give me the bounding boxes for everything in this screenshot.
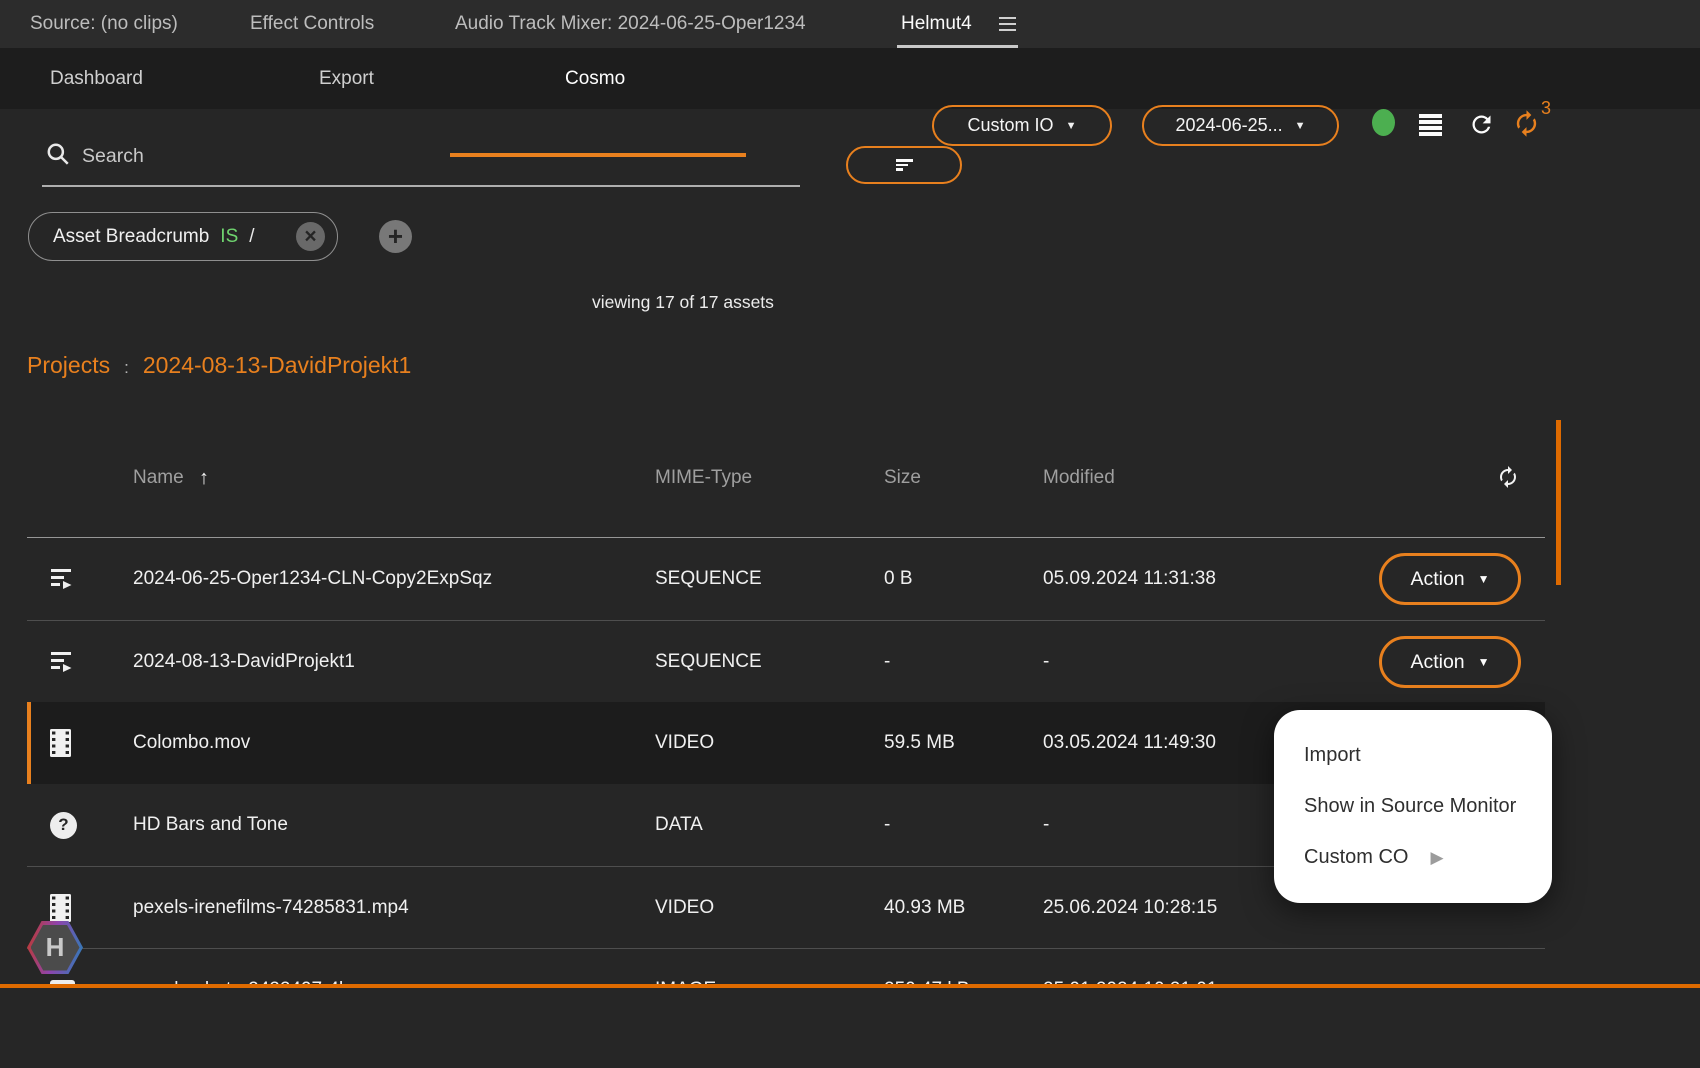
action-button-label: Action [1410, 650, 1465, 673]
close-icon[interactable]: × [296, 222, 325, 251]
asset-size: - [884, 814, 891, 835]
asset-type-icon: ? [50, 702, 71, 784]
asset-type-icon: ? [50, 621, 76, 703]
chevron-down-icon: ▼ [1477, 655, 1490, 669]
asset-modified: 25.06.2024 10:28:15 [1043, 897, 1218, 918]
project-dropdown[interactable]: 2024-06-25... ▼ [1142, 105, 1339, 146]
helmut-logo-letter: H [30, 924, 80, 971]
asset-modified: 05.09.2024 11:31:38 [1043, 568, 1216, 589]
chevron-down-icon: ▼ [1294, 119, 1306, 132]
custom-io-label: Custom IO [967, 115, 1054, 135]
plus-icon: + [387, 221, 404, 251]
sequence-icon [51, 569, 72, 589]
panel-tab-effect-controls[interactable]: Effect Controls [250, 0, 374, 48]
breadcrumb: Projects : 2024-08-13-DavidProjekt1 [27, 352, 411, 379]
asset-name[interactable]: 2024-08-13-DavidProjekt1 [133, 621, 355, 703]
tab-dashboard[interactable]: Dashboard [50, 48, 143, 109]
asset-mime: VIDEO [655, 897, 715, 918]
breadcrumb-current[interactable]: 2024-08-13-DavidProjekt1 [143, 352, 412, 379]
column-header-size[interactable]: Size [884, 462, 921, 494]
asset-modified: - [1043, 651, 1050, 672]
connection-status-dot [1372, 109, 1395, 136]
table-row[interactable]: ? 2024-06-25-Oper1234-CLN-Copy2ExpSqz SE… [27, 538, 1545, 620]
chevron-down-icon: ▼ [1065, 119, 1077, 132]
asset-name[interactable]: 2024-06-25-Oper1234-CLN-Copy2ExpSqz [133, 538, 492, 620]
arrow-up-icon[interactable]: ↑ [199, 462, 209, 494]
context-menu-item-label: Custom CO [1304, 846, 1409, 868]
asset-size: 0 B [884, 568, 913, 589]
context-menu-item[interactable]: Import ▶ [1274, 744, 1552, 767]
tab-export[interactable]: Export [319, 48, 374, 109]
asset-name[interactable]: Colombo.mov [133, 702, 250, 784]
submenu-arrow-icon: ▶ [1430, 847, 1444, 867]
asset-size: 250.47 kB [884, 949, 970, 986]
chevron-down-icon: ▼ [1477, 572, 1490, 586]
asset-type-icon: ? [50, 784, 77, 866]
panel-tab-helmut4[interactable]: Helmut4 [901, 0, 972, 48]
film-icon [50, 729, 71, 757]
action-button-label: Action [1410, 567, 1465, 590]
table-row[interactable]: ? 2024-08-13-DavidProjekt1 SEQUENCE - - … [27, 620, 1545, 702]
asset-modified: 25.01.2024 10:21:01 [1043, 949, 1217, 986]
asset-mime: DATA [655, 814, 703, 835]
asset-name[interactable]: pexels-irenefilms-74285831.mp4 [133, 867, 409, 949]
scrollbar-thumb[interactable] [1556, 420, 1561, 585]
breadcrumb-root[interactable]: Projects [27, 352, 110, 379]
asset-mime: VIDEO [655, 732, 715, 753]
helmut4-panel: Source: (no clips) Effect Controls Audio… [0, 0, 1700, 1068]
panel-focus-border [0, 984, 1700, 988]
context-menu-item-label: Import [1304, 744, 1361, 766]
breadcrumb-separator: : [124, 358, 129, 377]
sync-count-badge: 3 [1541, 98, 1552, 118]
chip-operator: IS [220, 225, 239, 247]
sequence-icon [51, 652, 72, 672]
search-underline [42, 185, 800, 187]
search-icon [45, 141, 71, 167]
column-header-mime[interactable]: MIME-Type [655, 462, 752, 494]
asset-size: 40.93 MB [884, 897, 966, 918]
panel-tab-audio-track-mixer[interactable]: Audio Track Mixer: 2024-06-25-Oper1234 [455, 0, 806, 48]
menu-icon[interactable] [1419, 114, 1442, 138]
search-input[interactable] [80, 140, 784, 172]
question-icon: ? [50, 811, 77, 839]
context-menu-item[interactable]: Show in Source Monitor ▶ [1274, 795, 1552, 818]
refresh-icon[interactable] [1468, 111, 1495, 138]
asset-modified: - [1043, 814, 1050, 835]
asset-name[interactable]: HD Bars and Tone [133, 784, 288, 866]
asset-mime: SEQUENCE [655, 651, 762, 672]
helmut-nav-bar: Dashboard Export Cosmo Custom IO ▼ 2024-… [0, 48, 1700, 157]
chip-value: / [249, 225, 255, 247]
context-menu-item[interactable]: Custom CO ▶ [1274, 846, 1552, 869]
project-label: 2024-06-25... [1175, 115, 1283, 135]
column-header-name[interactable]: Name [133, 462, 184, 494]
action-context-menu: Import ▶ Show in Source Monitor ▶ Custom… [1274, 710, 1552, 903]
asset-size: 59.5 MB [884, 732, 955, 753]
filter-button[interactable] [846, 146, 962, 184]
add-filter-button[interactable]: + [379, 220, 412, 253]
filter-chip-asset-breadcrumb[interactable]: Asset Breadcrumb IS / × [28, 212, 338, 261]
context-menu-item-label: Show in Source Monitor [1304, 795, 1517, 817]
column-header-modified[interactable]: Modified [1043, 462, 1115, 494]
viewing-status: viewing 17 of 17 assets [592, 292, 774, 312]
tab-cosmo[interactable]: Cosmo [565, 48, 625, 109]
table-refresh-icon[interactable] [1496, 465, 1520, 489]
table-row[interactable]: ? pexels-photo-2422497-4k IMAGE 250.47 k… [27, 948, 1545, 986]
action-button[interactable]: Action ▼ [1379, 553, 1521, 605]
chip-field: Asset Breadcrumb [53, 225, 210, 247]
asset-size: - [884, 651, 891, 672]
panel-menu-icon[interactable] [999, 17, 1016, 35]
film-icon [50, 894, 71, 922]
asset-type-icon: ? [50, 538, 76, 620]
filter-icon [895, 158, 913, 173]
panel-tab-strip: Source: (no clips) Effect Controls Audio… [0, 0, 1700, 49]
asset-modified: 03.05.2024 11:49:30 [1043, 732, 1216, 753]
custom-io-dropdown[interactable]: Custom IO ▼ [932, 105, 1112, 146]
asset-table-header: Name ↑ MIME-Type Size Modified [27, 462, 1545, 494]
asset-mime: IMAGE [655, 949, 716, 986]
asset-name[interactable]: pexels-photo-2422497-4k [133, 949, 349, 986]
panel-tab-source[interactable]: Source: (no clips) [30, 0, 178, 48]
sync-icon[interactable] [1512, 109, 1541, 138]
asset-mime: SEQUENCE [655, 568, 762, 589]
action-button[interactable]: Action ▼ [1379, 636, 1521, 688]
